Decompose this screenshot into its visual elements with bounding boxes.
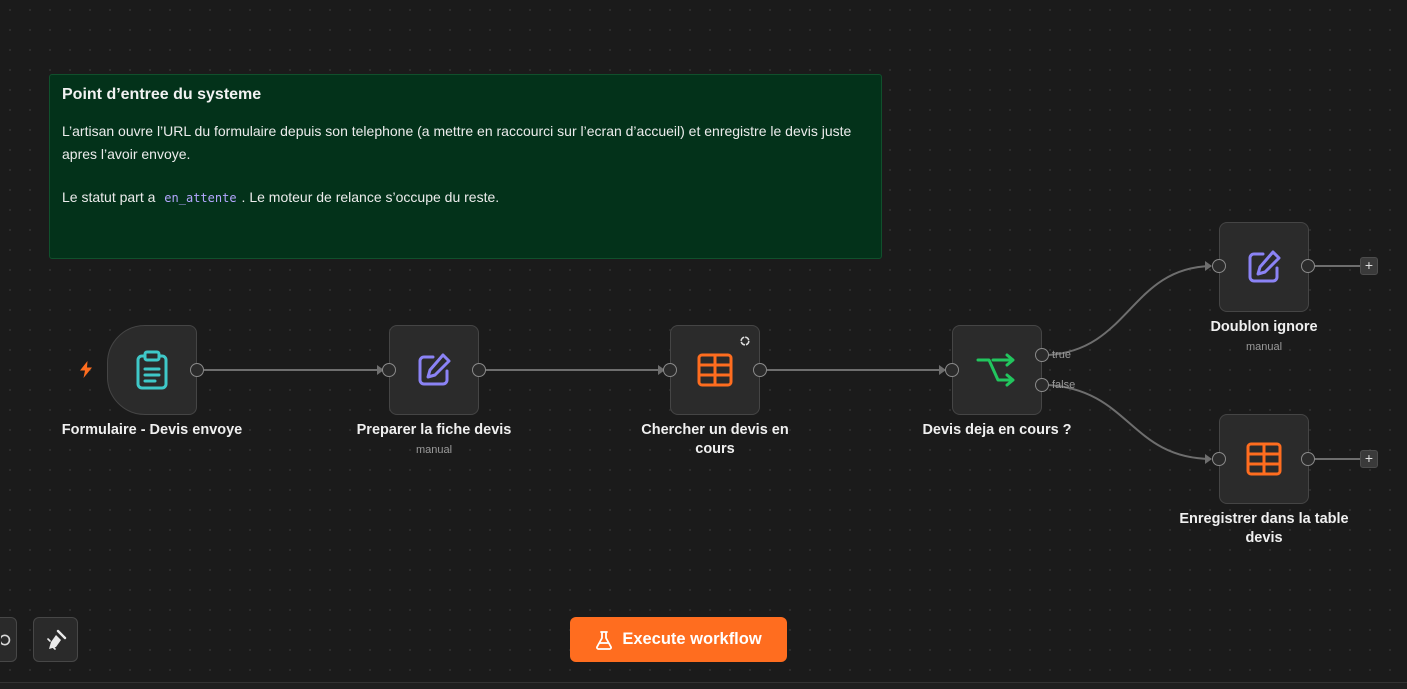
if-label: Devis deja en cours ? [922, 422, 1072, 438]
if-true-output-handle[interactable] [1035, 348, 1049, 362]
tidy-up-button[interactable] [33, 617, 78, 662]
true-branch-label: true [1052, 349, 1071, 361]
save-input-handle[interactable] [1212, 452, 1226, 466]
clipboard-icon [136, 350, 168, 390]
node-if-devis-en-cours[interactable] [952, 325, 1042, 415]
duplicate-output-handle[interactable] [1301, 259, 1315, 273]
sync-badge-icon [740, 336, 750, 346]
form-trigger-output-handle[interactable] [190, 363, 204, 377]
sticky-note-title: Point d’entree du systeme [62, 86, 262, 103]
broom-icon [46, 629, 66, 650]
duplicate-label: Doublon ignore [1210, 319, 1318, 335]
bottom-panel-edge [0, 682, 1407, 689]
form-trigger-label: Formulaire - Devis envoye [61, 422, 243, 438]
search-label: Chercher un devis en cours [641, 422, 789, 457]
prepare-sublabel: manual [415, 444, 453, 456]
partial-tool-icon [1, 633, 11, 646]
sticky-note-text-after: . Le moteur de relance s’occupe du reste… [241, 189, 500, 205]
node-form-trigger[interactable] [107, 325, 197, 415]
sticky-note[interactable]: Point d’entree du systeme L’artisan ouvr… [49, 74, 882, 259]
node-prepare-fiche[interactable] [389, 325, 479, 415]
status-code: en_attente [164, 191, 237, 205]
workflow-canvas[interactable]: Point d’entree du systeme L’artisan ouvr… [0, 0, 1407, 689]
prepare-label: Preparer la fiche devis [356, 422, 512, 438]
edit-icon [1248, 250, 1281, 283]
execute-workflow-button[interactable]: Execute workflow [570, 617, 787, 662]
prepare-output-handle[interactable] [472, 363, 486, 377]
search-output-handle[interactable] [753, 363, 767, 377]
sticky-note-spacer [62, 166, 869, 186]
table-icon [697, 353, 733, 387]
duplicate-input-handle[interactable] [1212, 259, 1226, 273]
flask-icon [596, 630, 613, 650]
zoom-tool-button[interactable] [0, 617, 17, 662]
false-branch-label: false [1052, 379, 1076, 391]
trigger-bolt-icon [80, 361, 92, 378]
edit-icon [418, 353, 451, 386]
node-enregistrer-table[interactable] [1219, 414, 1309, 504]
node-doublon-ignore[interactable] [1219, 222, 1309, 312]
if-input-handle[interactable] [945, 363, 959, 377]
sticky-note-text-before: Le statut part a [62, 189, 156, 205]
branch-icon [976, 353, 1015, 387]
save-label: Enregistrer dans la table devis [1179, 511, 1349, 546]
sticky-note-paragraph-1: L’artisan ouvre l’URL du formulaire depu… [62, 123, 852, 162]
save-add-node-button[interactable]: + [1360, 450, 1378, 468]
duplicate-sublabel: manual [1245, 341, 1283, 353]
duplicate-add-node-button[interactable]: + [1360, 257, 1378, 275]
execute-workflow-label: Execute workflow [622, 630, 762, 648]
prepare-input-handle[interactable] [382, 363, 396, 377]
if-false-output-handle[interactable] [1035, 378, 1049, 392]
save-output-handle[interactable] [1301, 452, 1315, 466]
search-input-handle[interactable] [663, 363, 677, 377]
sticky-note-paragraph-2: Le statut part a en_attente . Le moteur d… [62, 186, 869, 210]
table-icon [1246, 442, 1282, 476]
